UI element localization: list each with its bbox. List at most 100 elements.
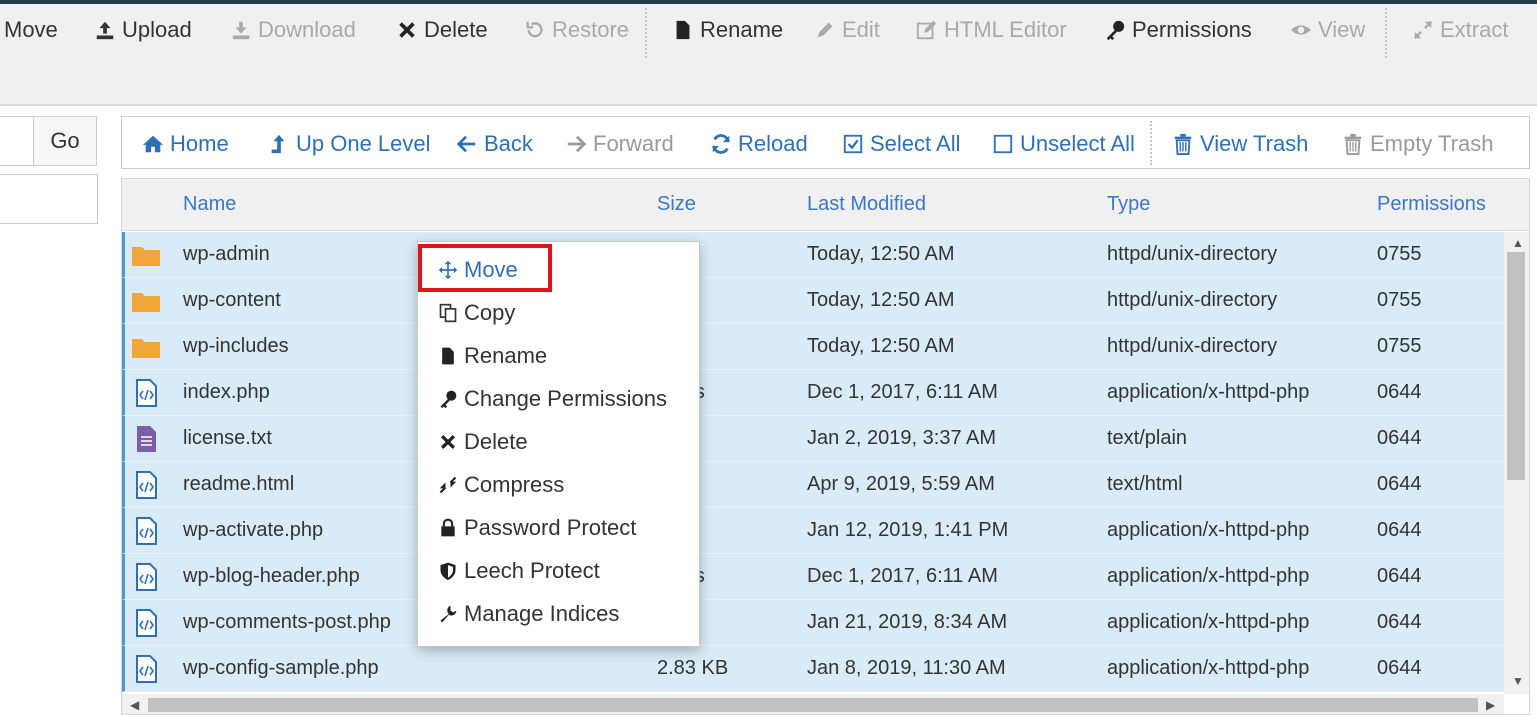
directory-tree-box[interactable] xyxy=(0,174,98,224)
toolbar-permissions-button[interactable]: Permissions xyxy=(1104,14,1252,46)
file-permissions: 0755 xyxy=(1377,243,1422,265)
eye-icon xyxy=(1290,25,1312,35)
move-icon xyxy=(438,260,458,280)
column-header-permissions[interactable]: Permissions xyxy=(1377,193,1486,216)
toolbar-separator xyxy=(645,8,647,58)
arrow-right-icon xyxy=(567,135,587,153)
context-menu-item-manage-indices[interactable]: Manage Indices xyxy=(438,598,619,630)
vertical-scroll-thumb[interactable] xyxy=(1507,252,1525,480)
unselect-all-button[interactable]: Unselect All xyxy=(992,129,1135,159)
toolbar-html-editor-button[interactable]: HTML Editor xyxy=(916,14,1067,46)
file-name[interactable]: wp-content xyxy=(183,289,281,312)
reload-button[interactable]: Reload xyxy=(710,129,808,159)
scroll-down-icon[interactable]: ▼ xyxy=(1512,674,1524,688)
table-row[interactable]: wp-content Today, 12:50 AM httpd/unix-dire… xyxy=(122,278,1504,324)
toolbar-view-button[interactable]: View xyxy=(1290,14,1365,46)
shield-icon xyxy=(438,561,458,581)
context-menu-item-delete[interactable]: Delete xyxy=(438,426,528,458)
file-name[interactable]: wp-comments-post.php xyxy=(183,611,391,634)
text-file-icon xyxy=(131,425,161,453)
context-menu-item-leech-protect[interactable]: Leech Protect xyxy=(438,555,600,587)
path-input[interactable] xyxy=(0,116,34,166)
toolbar-extract-button[interactable]: Extract xyxy=(1412,14,1508,46)
table-row[interactable]: license.txt7 KBJan 2, 2019, 3:37 AMtext/… xyxy=(122,416,1504,462)
context-menu-label: Delete xyxy=(464,429,528,454)
context-menu-item-copy[interactable]: Copy xyxy=(438,297,515,329)
toolbar-restore-button[interactable]: Restore xyxy=(524,14,629,46)
file-name[interactable]: wp-blog-header.php xyxy=(183,565,360,588)
toolbar-restore-label: Restore xyxy=(552,17,630,42)
table-row[interactable]: wp-blog-header.phpbytesDec 1, 2017, 6:11… xyxy=(122,554,1504,600)
unselect-all-label: Unselect All xyxy=(1020,131,1135,156)
file-name[interactable]: index.php xyxy=(183,381,270,404)
table-row[interactable]: index.phpbytesDec 1, 2017, 6:11 AMapplic… xyxy=(122,370,1504,416)
column-header-name[interactable]: Name xyxy=(183,193,236,216)
column-header-type[interactable]: Type xyxy=(1107,193,1150,216)
back-label: Back xyxy=(484,131,533,156)
file-size: 2.83 KB xyxy=(657,657,729,679)
trash-icon xyxy=(1344,133,1362,155)
column-header-size[interactable]: Size xyxy=(657,193,696,216)
close-icon xyxy=(438,432,458,452)
empty-trash-label: Empty Trash xyxy=(1370,131,1494,156)
pencil-icon xyxy=(817,22,833,38)
file-type: application/x-httpd-php xyxy=(1107,657,1310,679)
toolbar-upload-button[interactable]: Upload xyxy=(94,14,192,46)
horizontal-scrollbar[interactable]: ◀ ▶ xyxy=(122,694,1504,714)
context-menu-item-move[interactable]: Move xyxy=(438,254,518,286)
copy-icon xyxy=(438,303,458,323)
table-row[interactable]: readme.htmlKBApr 9, 2019, 5:59 AMtext/ht… xyxy=(122,462,1504,508)
file-name[interactable]: license.txt xyxy=(183,427,272,450)
file-name[interactable]: readme.html xyxy=(183,473,294,496)
reload-label: Reload xyxy=(738,131,808,156)
file-name[interactable]: wp-activate.php xyxy=(183,519,323,542)
table-row[interactable]: wp-comments-post.phpKBJan 21, 2019, 8:34… xyxy=(122,600,1504,646)
toolbar-rename-button[interactable]: Rename xyxy=(672,14,783,46)
file-last-modified: Jan 8, 2019, 11:30 AM xyxy=(807,657,1006,679)
code-file-icon xyxy=(131,517,161,545)
toolbar-download-button[interactable]: Download xyxy=(230,14,356,46)
file-permissions: 0644 xyxy=(1377,657,1422,679)
forward-button[interactable]: Forward xyxy=(565,129,674,159)
home-button[interactable]: Home xyxy=(142,129,229,159)
toolbar-rename-label: Rename xyxy=(700,17,784,42)
file-type: text/plain xyxy=(1107,427,1188,449)
checkbox-empty-icon xyxy=(993,134,1013,154)
file-name[interactable]: wp-admin xyxy=(183,243,270,266)
file-last-modified: Today, 12:50 AM xyxy=(807,289,955,311)
context-menu-item-change-permissions[interactable]: Change Permissions xyxy=(438,383,667,415)
code-file-icon xyxy=(131,471,161,499)
table-row[interactable]: wp-config-sample.php 2.83 KB Jan 8, 2019, … xyxy=(122,646,1504,692)
scroll-left-icon[interactable]: ◀ xyxy=(130,698,139,712)
file-permissions: 0644 xyxy=(1377,611,1422,633)
go-button[interactable]: Go xyxy=(33,116,97,166)
file-permissions: 0644 xyxy=(1377,473,1422,495)
back-button[interactable]: Back xyxy=(456,129,533,159)
vertical-scrollbar[interactable]: ▲ ▼ xyxy=(1504,232,1529,694)
file-name[interactable]: wp-includes xyxy=(183,335,289,358)
scroll-right-icon[interactable]: ▶ xyxy=(1486,698,1495,712)
context-menu-item-password-protect[interactable]: Password Protect xyxy=(438,512,636,544)
file-last-modified: Jan 2, 2019, 3:37 AM xyxy=(807,427,997,449)
context-menu-label: Move xyxy=(464,257,518,282)
toolbar-delete-button[interactable]: Delete xyxy=(396,14,488,46)
horizontal-scroll-thumb[interactable] xyxy=(148,698,1478,712)
refresh-icon xyxy=(712,134,730,154)
context-menu-item-rename[interactable]: Rename xyxy=(438,340,547,372)
level-up-icon xyxy=(271,134,285,154)
empty-trash-button[interactable]: Empty Trash xyxy=(1342,129,1493,159)
table-row[interactable]: wp-admin Today, 12:50 AM httpd/unix-direct… xyxy=(122,232,1504,278)
file-name[interactable]: wp-config-sample.php xyxy=(183,657,379,680)
select-all-button[interactable]: Select All xyxy=(842,129,961,159)
home-label: Home xyxy=(170,131,229,156)
view-trash-button[interactable]: View Trash xyxy=(1172,129,1308,159)
column-header-last-modified[interactable]: Last Modified xyxy=(807,193,926,216)
context-menu-item-compress[interactable]: Compress xyxy=(438,469,564,501)
toolbar-edit-button[interactable]: Edit xyxy=(814,14,880,46)
table-row[interactable]: wp-includesBToday, 12:50 AMhttpd/unix-di… xyxy=(122,324,1504,370)
scroll-up-icon[interactable]: ▲ xyxy=(1512,236,1524,250)
up-one-level-button[interactable]: Up One Level xyxy=(268,129,431,159)
toolbar-move-button[interactable]: Move xyxy=(4,14,58,46)
table-row[interactable]: wp-activate.phpKBJan 12, 2019, 1:41 PMap… xyxy=(122,508,1504,554)
code-file-icon xyxy=(131,609,161,637)
